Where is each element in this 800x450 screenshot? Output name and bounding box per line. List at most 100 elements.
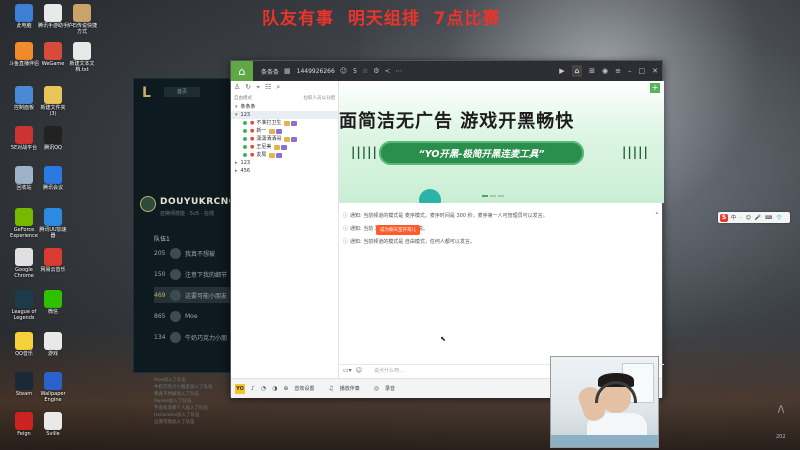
desktop-icon[interactable]: Feign xyxy=(8,412,40,437)
desktop-icon[interactable]: 回收站 xyxy=(8,166,40,191)
home-tab-icon[interactable]: ⌂ xyxy=(571,65,583,77)
desktop-icon[interactable]: GeForce Experience xyxy=(8,208,40,239)
desktop-icon-label: 新建文本文档.txt xyxy=(69,61,95,73)
desktop-icon[interactable]: 控制面板 xyxy=(8,86,40,111)
mode-label[interactable]: 自由模式 xyxy=(234,95,252,101)
desktop-icon[interactable]: 炉石传说快捷方式 xyxy=(66,4,98,35)
music-icon[interactable]: ♫ xyxy=(328,385,333,392)
member-name: 潇潇洒洒哥 xyxy=(256,136,282,142)
close-icon[interactable]: ✕ xyxy=(652,67,658,75)
ime-item[interactable]: 🎤 xyxy=(755,215,761,221)
douyu-icon xyxy=(15,42,33,60)
search-icon[interactable]: ⌕ xyxy=(276,83,280,92)
desktop-icon[interactable]: Google Chrome xyxy=(8,248,40,279)
video-icon[interactable]: ▶ xyxy=(559,67,564,75)
desktop-icon[interactable]: WeGame xyxy=(37,42,69,67)
channel-item[interactable]: ▾ 123 xyxy=(231,111,338,119)
desktop-icon[interactable]: 网易云音乐 xyxy=(37,248,69,273)
channel-item[interactable]: ▸ 123 xyxy=(231,159,338,167)
desktop-icon[interactable]: 5E对战平台 xyxy=(8,126,40,151)
feign-icon xyxy=(15,412,33,430)
share-icon[interactable]: ≺ xyxy=(385,67,391,75)
lol-log-line: Aweee加入了队伍 xyxy=(154,399,192,404)
play-music-button[interactable]: 播放伴奏 xyxy=(340,385,360,392)
list-icon[interactable]: ☷ xyxy=(265,83,271,91)
menu-icon[interactable]: ≡ xyxy=(615,67,621,75)
refresh-icon[interactable]: ↻ xyxy=(245,83,251,91)
scroll-up-icon[interactable]: ▴ xyxy=(655,210,658,216)
desktop-icon-label: 5E对战平台 xyxy=(10,145,38,151)
desktop-icon[interactable]: Steam xyxy=(8,372,40,397)
channel-item[interactable]: ▸ 456 xyxy=(231,167,338,175)
channel-panel: ♙ ↻ ⌖ ☷ ⌕ 自由模式 拉取人员以分配 ▾ 条条条 ▾ 123 ● 不准打卫生 ● 新一… xyxy=(231,81,339,378)
desktop-icon[interactable]: League of Legends xyxy=(8,290,40,321)
desktop-icon[interactable]: 游戏 xyxy=(37,332,69,357)
more-icon[interactable]: ⋯ xyxy=(395,67,402,75)
mic-icon[interactable]: ◔ xyxy=(261,385,266,392)
emoji-icon[interactable]: ☺ xyxy=(356,367,362,374)
ime-item[interactable]: ☺ xyxy=(746,215,751,221)
channel-item[interactable]: ▾ 条条条 xyxy=(231,103,338,111)
info-icon: ⓘ xyxy=(343,239,349,245)
carousel-dots[interactable] xyxy=(482,195,506,197)
member-item[interactable]: ● 王尼美 xyxy=(231,143,338,151)
member-item[interactable]: ● 友局 xyxy=(231,151,338,159)
tip-badge[interactable]: 成为聊天室开哥儿 xyxy=(376,225,420,235)
desktop-icon[interactable]: 微信 xyxy=(37,290,69,315)
avatar[interactable] xyxy=(140,196,156,212)
ad-banner[interactable]: + 面简洁无广告 游戏开黑畅快 ||||| “YO开黑-极简开黑连麦工具” ||… xyxy=(339,81,664,203)
settings-icon[interactable]: ⚙ xyxy=(373,67,379,75)
desktop-icon[interactable]: 腾讯QQ xyxy=(37,126,69,151)
desktop-icon[interactable]: 腾讯UU加速器 xyxy=(37,208,69,239)
user-add-icon[interactable]: ♙ xyxy=(234,83,240,91)
member-item[interactable]: ● 潇潇洒洒哥 xyxy=(231,135,338,143)
ime-item[interactable]: 中 xyxy=(731,214,736,221)
speaker-icon[interactable]: ◑ xyxy=(272,385,277,392)
location-icon[interactable]: ⌖ xyxy=(256,83,260,92)
gamepad-icon[interactable]: ▭▾ xyxy=(343,367,352,374)
desktop-icon[interactable]: 此电脑 xyxy=(8,4,40,29)
member-item[interactable]: ● 新一 xyxy=(231,127,338,135)
mic-settings-button[interactable]: 音效设置 xyxy=(294,385,314,392)
desktop-icon[interactable]: 新建文件夹(3) xyxy=(37,86,69,117)
desktop-icon[interactable]: 腾讯会议 xyxy=(37,166,69,191)
channel-name: 123 xyxy=(240,160,251,166)
message-input[interactable]: 说点什么吧... xyxy=(374,367,404,374)
stream-banner: 队友有事 明天组排 7点比赛 xyxy=(262,9,501,29)
member-item[interactable]: ● 不准打卫生 xyxy=(231,119,338,127)
ime-item[interactable]: 👕 xyxy=(776,215,782,221)
desktop-icon-label: WeGame xyxy=(41,61,65,67)
desktop-icon-label: 腾讯UU加速器 xyxy=(39,227,67,239)
member-name: 友局 xyxy=(256,152,267,158)
lol-log-line: Hellosekai加入了队伍 xyxy=(154,413,200,418)
ime-item[interactable]: · xyxy=(740,215,742,221)
desktop-icon[interactable]: 斗鱼直播伴侣 xyxy=(8,42,40,67)
system-message: ⓘ 通知: 当前频道的模式是 自由模式，任何人都可以发言。 xyxy=(343,238,475,245)
mic-settings-icon[interactable]: ⊕ xyxy=(283,385,288,392)
volume-icon[interactable]: ♪ xyxy=(251,385,255,392)
avatar xyxy=(170,268,181,280)
voice-chat-window[interactable]: ⌂ 条条条 ▦ 1449926266 ☺ 5 ☆ ⚙ ≺ ⋯ ▶ ⌂ ⊞ ◉ ≡… xyxy=(230,60,664,398)
ime-item[interactable]: ⌨ xyxy=(765,215,772,221)
lol-icon xyxy=(15,290,33,308)
add-icon[interactable]: + xyxy=(650,83,660,93)
minimize-icon[interactable]: – xyxy=(628,67,632,75)
desktop-icon[interactable]: Wallpaper Engine xyxy=(37,372,69,403)
sogou-icon[interactable]: S xyxy=(720,213,728,222)
desktop-icon[interactable]: Sville xyxy=(37,412,69,437)
home-icon[interactable]: ⌂ xyxy=(231,61,253,81)
desktop-icon[interactable]: 新建文本文档.txt xyxy=(66,42,98,73)
ime-toolbar[interactable]: S 中 · ☺ 🎤 ⌨ 👕 xyxy=(718,212,790,223)
lol-client-window[interactable]: L 首页 DOUYUKRCNC 召唤师技能 · 5v5 · 在线 队伍1 205… xyxy=(133,78,244,425)
lol-home-tab[interactable]: 首页 xyxy=(164,87,200,97)
star-icon[interactable]: ☆ xyxy=(362,67,368,75)
caret-icon: ▾ xyxy=(235,104,238,110)
maximize-icon[interactable]: □ xyxy=(639,67,646,75)
desktop-icon[interactable]: 腾讯手游助手 xyxy=(37,4,69,29)
cart-icon[interactable]: ⊞ xyxy=(589,67,595,75)
gamepad-icon[interactable]: ◉ xyxy=(602,67,608,75)
record-button[interactable]: 录音 xyxy=(385,385,395,392)
level-badge-icon xyxy=(276,152,283,158)
record-icon[interactable]: ◎ xyxy=(374,385,379,392)
desktop-icon[interactable]: QQ音乐 xyxy=(8,332,40,357)
